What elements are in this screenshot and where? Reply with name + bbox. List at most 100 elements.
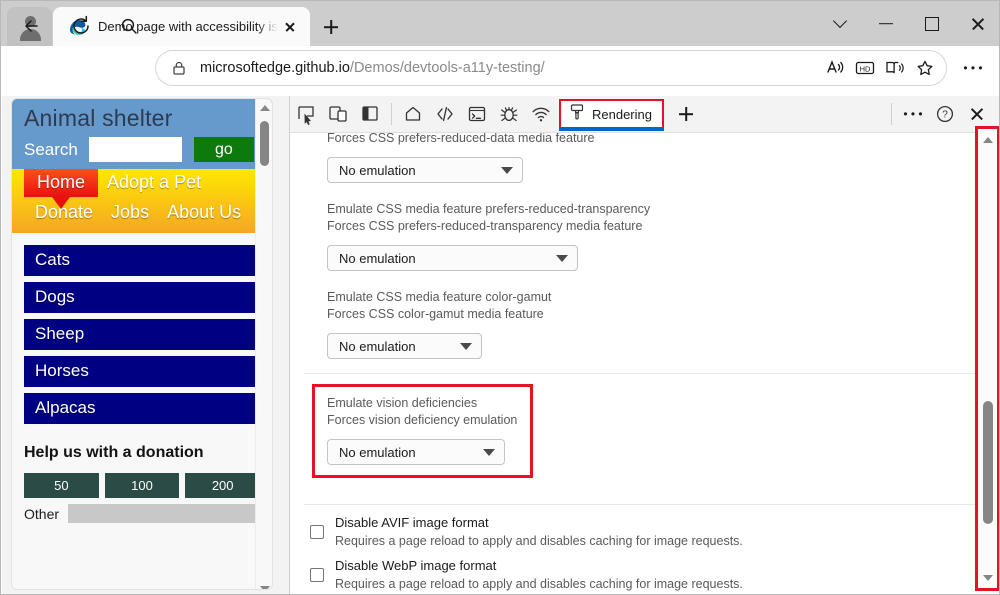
list-item[interactable]: Dogs (24, 282, 260, 313)
device-emulation-icon[interactable] (322, 99, 354, 129)
inspect-element-icon[interactable] (290, 99, 322, 129)
lock-icon (170, 59, 188, 77)
page-scrollbar[interactable] (255, 99, 272, 589)
disable-webp-checkbox[interactable] (310, 568, 324, 582)
checkbox-text: Disable WebP image format Requires a pag… (335, 556, 743, 593)
section-divider (304, 373, 991, 374)
section-divider (304, 504, 991, 505)
setting-description: Forces CSS prefers-reduced-data media fe… (327, 133, 595, 145)
devtools-scroll-down-icon[interactable] (978, 569, 997, 586)
search-button[interactable] (114, 11, 144, 41)
select-color-gamut[interactable]: No emulation (327, 333, 482, 359)
checkbox-description: Requires a page reload to apply and disa… (335, 577, 743, 591)
select-prefers-reduced-transparency[interactable]: No emulation (327, 245, 578, 271)
svg-text:?: ? (942, 110, 948, 121)
devtools-panel: Rendering ? Forces CSS prefers-reduced-d… (289, 96, 999, 594)
close-window-button[interactable] (955, 1, 999, 46)
favorite-star-icon[interactable] (910, 53, 940, 83)
site-nav-primary: Home Adopt a Pet (12, 169, 272, 197)
address-bar[interactable]: microsoftedge.github.io/Demos/devtools-a… (156, 51, 946, 85)
devtools-scrollbar-highlight[interactable] (975, 126, 999, 591)
page-scroll-up-icon[interactable] (256, 99, 272, 116)
tab-rendering-label: Rendering (592, 106, 652, 122)
checkbox-row-disable-webp: Disable WebP image format Requires a pag… (290, 556, 999, 593)
chevron-down-icon (556, 254, 568, 262)
select-prefers-reduced-data[interactable]: No emulation (327, 157, 523, 183)
elements-icon[interactable] (429, 99, 461, 129)
checkbox-description: Requires a page reload to apply and disa… (335, 534, 743, 548)
maximize-button[interactable] (909, 1, 955, 46)
setting-label: Emulate vision deficiencies (327, 396, 478, 410)
devtools-toolbar: Rendering ? (290, 96, 999, 133)
new-tab-button[interactable] (317, 13, 345, 41)
close-devtools-icon[interactable] (961, 99, 993, 129)
nav-item-adopt-a-pet[interactable]: Adopt a Pet (98, 169, 210, 197)
page-viewport: Animal shelter Search go Home Adopt a Pe… (2, 96, 289, 594)
url-text: microsoftedge.github.io/Demos/devtools-a… (200, 60, 820, 76)
select-value: No emulation (339, 338, 416, 354)
devtools-scroll-up-icon[interactable] (978, 131, 997, 148)
donation-section: Help us with a donation 50 100 200 Other (12, 436, 272, 523)
disable-avif-checkbox[interactable] (310, 525, 324, 539)
console-icon[interactable] (461, 99, 493, 129)
select-value: No emulation (339, 162, 416, 178)
devtools-scroll-thumb[interactable] (983, 401, 993, 524)
page-scroll-down-icon[interactable] (256, 580, 272, 589)
add-panel-icon[interactable] (670, 99, 702, 129)
dock-side-icon[interactable] (354, 99, 386, 129)
tab-actions-chevron-icon[interactable] (817, 1, 863, 46)
hd-icon[interactable]: HD (850, 53, 880, 83)
more-tools-ellipsis-icon[interactable] (897, 99, 929, 129)
tab-close-icon[interactable] (278, 15, 302, 39)
setting-prefers-reduced-data: Forces CSS prefers-reduced-data media fe… (290, 133, 999, 183)
toolbar-divider (391, 103, 392, 125)
page-scroll-thumb[interactable] (260, 121, 269, 166)
site-search-row: Search go (24, 137, 272, 162)
debugger-bug-icon[interactable] (493, 99, 525, 129)
checkbox-text: Disable AVIF image format Requires a pag… (335, 513, 743, 550)
site-search-input[interactable] (88, 137, 182, 162)
list-item[interactable]: Sheep (24, 319, 260, 350)
nav-item-home[interactable]: Home (24, 169, 99, 197)
setting-description: Forces vision deficiency emulation (327, 413, 518, 427)
nav-item-jobs[interactable]: Jobs (102, 199, 158, 227)
list-item[interactable]: Alpacas (24, 393, 260, 424)
animal-category-list: Cats Dogs Sheep Horses Alpacas (12, 233, 272, 436)
refresh-button[interactable] (66, 11, 96, 41)
checkbox-row-disable-avif: Disable AVIF image format Requires a pag… (290, 513, 999, 550)
donation-heading: Help us with a donation (24, 444, 204, 461)
select-value: No emulation (339, 444, 416, 460)
donation-amount-100[interactable]: 100 (104, 473, 180, 498)
vision-deficiency-highlight-box: Emulate vision deficiencies Forces visio… (312, 384, 533, 478)
help-icon[interactable]: ? (929, 99, 961, 129)
list-item[interactable]: Cats (24, 245, 260, 276)
select-vision-deficiencies[interactable]: No emulation (327, 439, 505, 465)
immersive-reader-icon[interactable] (880, 53, 910, 83)
browser-settings-ellipsis-icon[interactable] (958, 53, 988, 83)
url-path: /Demos/devtools-a11y-testing/ (349, 60, 545, 76)
home-icon[interactable] (397, 99, 429, 129)
rendering-settings-list: Forces CSS prefers-reduced-data media fe… (290, 133, 999, 594)
list-item[interactable]: Horses (24, 356, 260, 387)
setting-prefers-reduced-transparency: Emulate CSS media feature prefers-reduce… (290, 201, 999, 271)
setting-description: Forces CSS color-gamut media feature (327, 307, 544, 321)
setting-vision-deficiencies: Emulate vision deficiencies Forces visio… (315, 395, 530, 465)
setting-label: Emulate CSS media feature prefers-reduce… (327, 202, 651, 216)
read-aloud-icon[interactable] (820, 53, 850, 83)
donation-other-label: Other (24, 505, 60, 522)
svg-text:HD: HD (860, 64, 871, 73)
back-button[interactable] (18, 11, 48, 41)
donation-amount-200[interactable]: 200 (185, 473, 261, 498)
checkbox-label: Disable AVIF image format (335, 515, 489, 530)
minimize-button[interactable] (863, 1, 909, 46)
donation-amount-50[interactable]: 50 (24, 473, 99, 498)
donation-other-input[interactable] (68, 504, 260, 523)
tab-rendering[interactable]: Rendering (559, 99, 664, 131)
site-header: Animal shelter Search go (12, 99, 272, 169)
go-button[interactable]: go (193, 137, 254, 162)
network-icon[interactable] (525, 99, 557, 129)
window-controls (817, 1, 999, 46)
paintbrush-icon (569, 103, 585, 126)
url-domain: microsoftedge.github.io (200, 60, 350, 76)
nav-item-about-us[interactable]: About Us (158, 199, 250, 227)
